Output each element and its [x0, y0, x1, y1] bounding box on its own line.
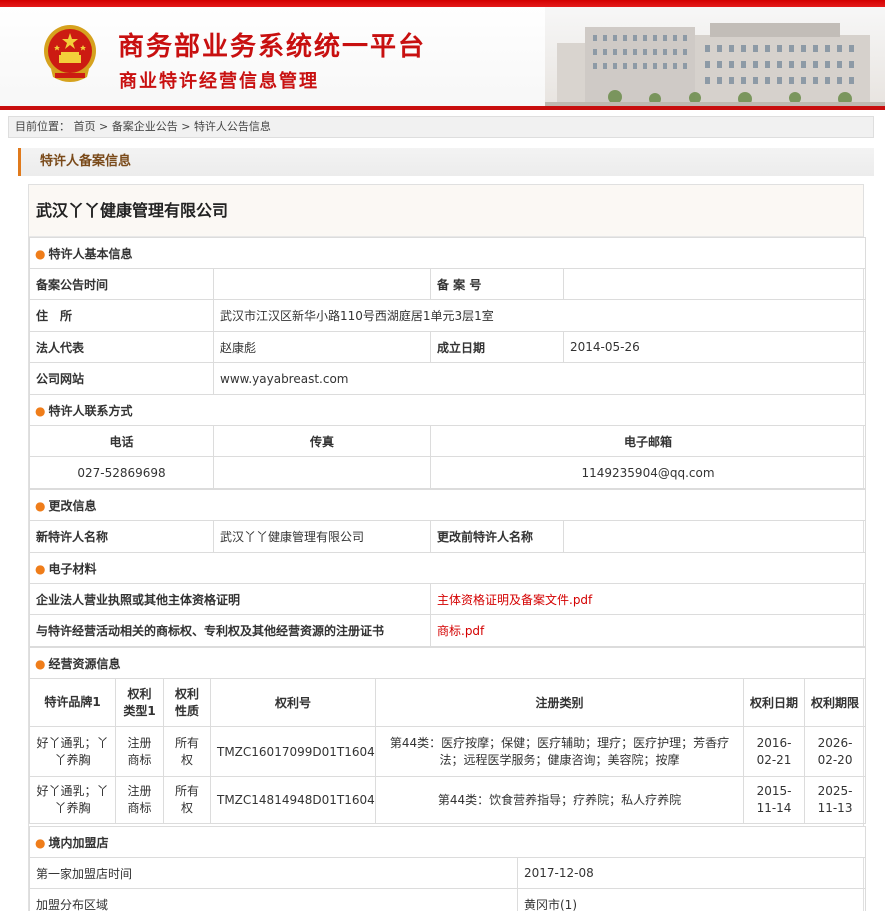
license-label: 企业法人营业执照或其他主体资格证明: [29, 583, 431, 615]
col-brand: 特许品牌1: [29, 678, 116, 727]
section-title: 特许人备案信息: [18, 148, 874, 176]
change-heading: ● 更改信息: [29, 489, 866, 521]
phone-label: 电话: [29, 425, 214, 457]
resources-table: ● 经营资源信息 特许品牌1 权利类型1 权利性质 权利号 注册类别 权利日期 权…: [28, 647, 867, 824]
founded-label: 成立日期: [430, 331, 564, 363]
old-name-label: 更改前特许人名称: [430, 520, 564, 553]
contact-heading: ● 特许人联系方式: [29, 394, 866, 426]
header-divider: [0, 106, 885, 110]
announce-time-value: [213, 268, 431, 300]
breadcrumb-records-link[interactable]: 备案企业公告: [112, 120, 178, 133]
fax-label: 传真: [213, 425, 431, 457]
new-name-value: 武汉丫丫健康管理有限公司: [213, 520, 431, 553]
bullet-icon: ●: [35, 403, 46, 418]
region-value: 黄冈市(1): [517, 888, 866, 911]
col-right-date: 权利日期: [743, 678, 805, 727]
website-label: 公司网站: [29, 362, 214, 395]
legal-rep-value: 赵康彪: [213, 331, 431, 363]
col-right-term: 权利期限: [803, 678, 867, 727]
bullet-icon: ●: [35, 561, 46, 576]
bullet-icon: ●: [35, 835, 46, 850]
email-value: 1149235904@qq.com: [430, 456, 866, 489]
bullet-icon: ●: [35, 498, 46, 513]
first-store-value: 2017-12-08: [517, 857, 866, 889]
region-label: 加盟分布区域: [29, 888, 518, 911]
number-cell: TMZC16017099D01T160423: [210, 726, 376, 777]
col-right-number: 权利号: [210, 678, 376, 727]
breadcrumb-current: 特许人公告信息: [193, 120, 271, 133]
category-cell: 第44类：医疗按摩；保健；医疗辅助；理疗；医疗护理；芳香疗法；远程医学服务；健康…: [375, 726, 744, 777]
category-cell: 第44类：饮食营养指导；疗养院；私人疗养院: [375, 776, 744, 824]
site-header: 商务部业务系统统一平台 商业特许经营信息管理: [0, 7, 885, 106]
nature-cell: 所有权: [163, 776, 211, 824]
number-cell: TMZC14814948D01T160415: [210, 776, 376, 824]
license-file-link[interactable]: 主体资格证明及备案文件.pdf: [437, 593, 592, 607]
record-no-value: [563, 268, 866, 300]
bullet-icon: ●: [35, 656, 46, 671]
building-banner-image: [545, 7, 885, 106]
trademark-cert-label: 与特许经营活动相关的商标权、专利权及其他经营资源的注册证书: [29, 614, 431, 647]
resources-heading: ● 经营资源信息: [28, 647, 867, 679]
record-no-label: 备 案 号: [430, 268, 564, 300]
website-value: www.yayabreast.com: [213, 362, 866, 395]
materials-heading: ● 电子材料: [29, 552, 866, 584]
trademark-link-cell: 商标.pdf: [430, 614, 866, 647]
nature-cell: 所有权: [163, 726, 211, 777]
phone-value: 027-52869698: [29, 456, 214, 489]
company-name: 武汉丫丫健康管理有限公司: [29, 185, 863, 237]
brand-cell: 好丫通乳；丫丫养胸: [29, 776, 116, 824]
trademark-file-link[interactable]: 商标.pdf: [437, 624, 484, 638]
breadcrumb-separator: >: [181, 120, 191, 133]
email-label: 电子邮箱: [430, 425, 866, 457]
platform-title: 商务部业务系统统一平台: [118, 32, 427, 62]
materials-table: ● 电子材料 企业法人营业执照或其他主体资格证明 主体资格证明及备案文件.pdf …: [29, 552, 866, 647]
new-name-label: 新特许人名称: [29, 520, 214, 553]
table-row: 好丫通乳；丫丫养胸 注册商标 所有权 TMZC14814948D01T16041…: [29, 776, 867, 824]
first-store-label: 第一家加盟店时间: [29, 857, 518, 889]
col-right-nature: 权利性质: [163, 678, 211, 727]
announce-time-label: 备案公告时间: [29, 268, 214, 300]
change-info-table: ● 更改信息 新特许人名称 武汉丫丫健康管理有限公司 更改前特许人名称: [29, 489, 866, 553]
license-link-cell: 主体资格证明及备案文件.pdf: [430, 583, 866, 615]
date-cell: 2015-11-14: [743, 776, 805, 824]
contact-table: ● 特许人联系方式 电话 传真 电子邮箱 027-52869698 1149235…: [29, 394, 866, 489]
stores-heading: ● 境内加盟店: [29, 826, 866, 858]
brand-cell: 好丫通乳；丫丫养胸: [29, 726, 116, 777]
basic-info-heading: ● 特许人基本信息: [29, 237, 866, 269]
address-label: 住 所: [29, 299, 214, 332]
date-cell: 2016-02-21: [743, 726, 805, 777]
col-category: 注册类别: [375, 678, 744, 727]
breadcrumb-prefix: 目前位置：: [15, 120, 70, 133]
breadcrumb: 目前位置： 首页 > 备案企业公告 > 特许人公告信息: [8, 116, 874, 138]
legal-rep-label: 法人代表: [29, 331, 214, 363]
founded-value: 2014-05-26: [563, 331, 866, 363]
franchisor-detail-panel: 武汉丫丫健康管理有限公司 ● 特许人基本信息 备案公告时间 备 案 号 住 所 武…: [28, 184, 867, 911]
breadcrumb-home-link[interactable]: 首页: [74, 120, 96, 133]
type-cell: 注册商标: [115, 726, 164, 777]
basic-info-table: ● 特许人基本信息 备案公告时间 备 案 号 住 所 武汉市江汉区新华小路110号…: [29, 237, 866, 395]
term-cell: 2025-11-13: [803, 776, 867, 824]
national-emblem-icon: [44, 25, 96, 82]
stores-table: ● 境内加盟店 第一家加盟店时间 2017-12-08 加盟分布区域 黄冈市(1): [29, 826, 866, 911]
table-row: 好丫通乳；丫丫养胸 注册商标 所有权 TMZC16017099D01T16042…: [29, 726, 867, 777]
col-right-type: 权利类型1: [115, 678, 164, 727]
top-red-bar: [0, 0, 885, 7]
fax-value: [213, 456, 431, 489]
address-value: 武汉市江汉区新华小路110号西湖庭居1单元3层1室: [213, 299, 866, 332]
platform-subtitle: 商业特许经营信息管理: [119, 71, 319, 92]
bullet-icon: ●: [35, 246, 46, 261]
term-cell: 2026-02-20: [803, 726, 867, 777]
old-name-value: [563, 520, 866, 553]
type-cell: 注册商标: [115, 776, 164, 824]
breadcrumb-separator: >: [99, 120, 109, 133]
